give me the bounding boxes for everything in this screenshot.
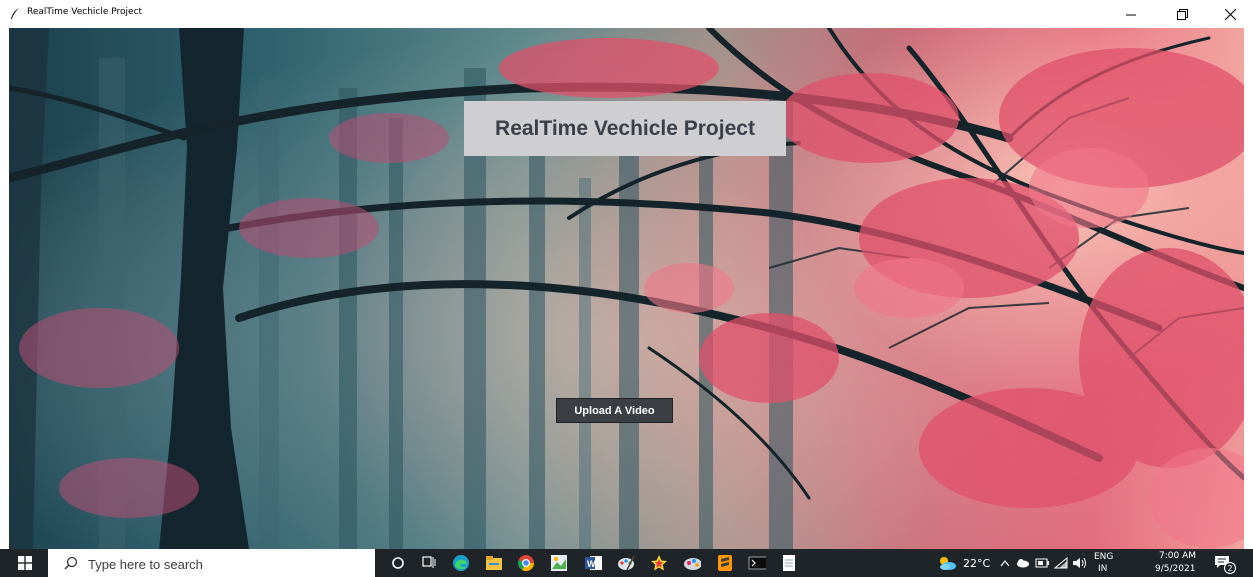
upload-video-button[interactable]: Upload A Video — [556, 398, 673, 423]
image-editor-icon[interactable] — [550, 554, 568, 572]
onedrive-cloud-icon[interactable] — [1016, 558, 1030, 568]
paint-3d-icon[interactable] — [683, 554, 701, 572]
feather-app-icon — [11, 8, 19, 19]
search-placeholder: Type here to search — [88, 557, 203, 572]
file-explorer-icon[interactable] — [485, 554, 503, 572]
clock-date[interactable]: 9/5/2021 — [1155, 564, 1195, 574]
weather-cloud-sun-icon[interactable] — [937, 555, 957, 571]
paint-icon[interactable] — [617, 554, 635, 572]
notepad-icon[interactable] — [780, 554, 798, 572]
close-icon — [1224, 8, 1236, 20]
weather-temperature[interactable]: 22°C — [963, 557, 990, 570]
chrome-icon[interactable] — [517, 554, 535, 572]
search-icon — [64, 556, 78, 570]
taskbar-search-box[interactable]: Type here to search — [48, 549, 375, 577]
minimize-icon — [1126, 14, 1136, 16]
battery-icon[interactable] — [1035, 557, 1049, 569]
minimize-button[interactable] — [1108, 0, 1154, 28]
chevron-up-icon[interactable] — [1000, 559, 1010, 567]
close-button[interactable] — [1207, 0, 1253, 28]
language-code[interactable]: ENG — [1094, 552, 1113, 562]
word-icon[interactable]: W — [584, 554, 602, 572]
windows-start-icon[interactable] — [18, 556, 32, 570]
title-banner: RealTime Vechicle Project — [464, 101, 786, 156]
window-title: RealTime Vechicle Project — [27, 7, 143, 17]
notification-count-badge: 2 — [1224, 562, 1236, 574]
cortana-icon[interactable] — [389, 554, 407, 572]
windows-taskbar: Type here to search W 22°C ENG IN 7:00 A… — [0, 549, 1253, 577]
star-app-icon[interactable] — [650, 554, 668, 572]
restore-button[interactable] — [1159, 0, 1205, 28]
language-region[interactable]: IN — [1098, 564, 1107, 574]
speaker-volume-icon[interactable] — [1072, 557, 1088, 569]
wifi-icon[interactable] — [1054, 557, 1068, 569]
clock-time[interactable]: 7:00 AM — [1159, 551, 1196, 561]
terminal-icon[interactable] — [748, 554, 766, 572]
notification-center-button[interactable]: 2 — [1214, 555, 1236, 574]
task-view-icon[interactable] — [420, 554, 438, 572]
banner-title: RealTime Vechicle Project — [495, 116, 755, 140]
svg-text:W: W — [587, 559, 596, 569]
sublime-text-icon[interactable] — [716, 554, 734, 572]
window-title-bar: RealTime Vechicle Project — [0, 0, 1253, 28]
forest-background-canvas: RealTime Vechicle Project Upload A Video — [9, 28, 1244, 549]
edge-icon[interactable] — [452, 554, 470, 572]
restore-icon — [1176, 8, 1188, 20]
